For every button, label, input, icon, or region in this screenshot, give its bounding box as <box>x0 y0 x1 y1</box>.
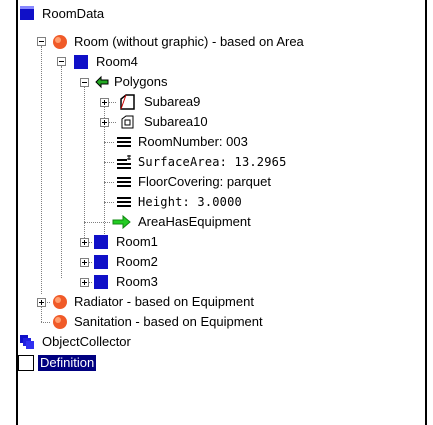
tree-item-subarea9[interactable]: Subarea9 <box>118 92 200 112</box>
tree-item-room1[interactable]: Room1 <box>94 232 158 252</box>
attribute-calculated-icon <box>117 155 131 169</box>
guide-line <box>61 66 62 278</box>
class-blue-icon <box>94 235 108 249</box>
tree-view: RoomData Room (without graphic) - based … <box>0 0 433 425</box>
object-collector-icon <box>20 335 34 349</box>
guide-line <box>108 102 116 103</box>
collapse-toggle[interactable] <box>80 78 89 87</box>
polygon-shape-icon <box>120 94 135 110</box>
tree-item-sanitation[interactable]: Sanitation - based on Equipment <box>52 312 263 332</box>
tree-label: Room3 <box>116 274 158 289</box>
tree-label: Room2 <box>116 254 158 269</box>
sphere-icon <box>53 315 67 329</box>
class-blue-icon <box>94 255 108 269</box>
class-blue-icon <box>94 275 108 289</box>
sphere-icon <box>53 35 67 49</box>
tree-label: Subarea9 <box>144 94 201 109</box>
tree-label-selected: Definition <box>38 355 97 371</box>
class-blue-icon <box>20 6 34 20</box>
tree-label: ObjectCollector <box>42 334 131 349</box>
tree-label: Sanitation - based on Equipment <box>74 314 263 329</box>
guide-line <box>41 322 50 323</box>
tree-label: FloorCovering: parquet <box>138 174 271 189</box>
class-blue-icon <box>74 55 88 69</box>
guide-line <box>84 222 110 223</box>
tree-item-objectcollector[interactable]: ObjectCollector <box>20 332 131 352</box>
tree-label: RoomData <box>42 6 105 21</box>
tree-label: Polygons <box>114 74 168 89</box>
right-border <box>425 0 427 425</box>
attribute-lines-icon <box>117 197 131 207</box>
tree-item-height[interactable]: Height: 3.0000 <box>116 192 242 212</box>
collapse-toggle[interactable] <box>37 37 46 46</box>
tree-item-definition[interactable]: Definition <box>18 353 97 373</box>
tree-item-room3[interactable]: Room3 <box>94 272 158 292</box>
tree-label: Room4 <box>96 54 138 69</box>
guide-line <box>104 162 114 163</box>
tree-item-floorcovering[interactable]: FloorCovering: parquet <box>116 172 271 192</box>
tree-item-surfacearea[interactable]: SurfaceArea: 13.2965 <box>116 152 287 172</box>
tree-item-roomdata[interactable]: RoomData <box>20 4 104 24</box>
guide-line <box>108 122 116 123</box>
tree-item-subarea10[interactable]: Subarea10 <box>118 112 208 132</box>
guide-line <box>88 282 92 283</box>
tree-item-areahasequipment[interactable]: AreaHasEquipment <box>112 212 251 232</box>
polygon-small-icon <box>121 115 134 129</box>
tree-item-radiator[interactable]: Radiator - based on Equipment <box>52 292 254 312</box>
guide-line <box>88 242 92 243</box>
tree-item-room4[interactable]: Room4 <box>74 52 138 72</box>
empty-box-icon <box>18 355 34 371</box>
tree-label: RoomNumber: 003 <box>138 134 248 149</box>
tree-label: AreaHasEquipment <box>138 214 251 229</box>
collapse-toggle[interactable] <box>57 57 66 66</box>
attribute-lines-icon <box>117 137 131 147</box>
attribute-lines-icon <box>117 177 131 187</box>
guide-line <box>104 142 114 143</box>
sphere-icon <box>53 295 67 309</box>
guide-line <box>45 302 50 303</box>
tree-label: SurfaceArea: 13.2965 <box>138 155 287 169</box>
guide-line <box>104 202 114 203</box>
tree-label: Height: 3.0000 <box>138 195 242 209</box>
guide-line <box>104 182 114 183</box>
guide-line <box>41 46 42 294</box>
tree-label: Room (without graphic) - based on Area <box>74 34 304 49</box>
guide-line <box>41 306 42 322</box>
tree-label: Subarea10 <box>144 114 208 129</box>
guide-line <box>88 262 92 263</box>
arrow-relation-icon <box>112 215 131 229</box>
guide-line <box>84 86 85 244</box>
polygon-relation-icon <box>95 75 109 89</box>
tree-item-roomnumber[interactable]: RoomNumber: 003 <box>116 132 248 152</box>
tree-item-room-area[interactable]: Room (without graphic) - based on Area <box>52 32 304 52</box>
tree-item-polygons[interactable]: Polygons <box>94 72 167 92</box>
tree-label: Radiator - based on Equipment <box>74 294 254 309</box>
tree-item-room2[interactable]: Room2 <box>94 252 158 272</box>
tree-label: Room1 <box>116 234 158 249</box>
